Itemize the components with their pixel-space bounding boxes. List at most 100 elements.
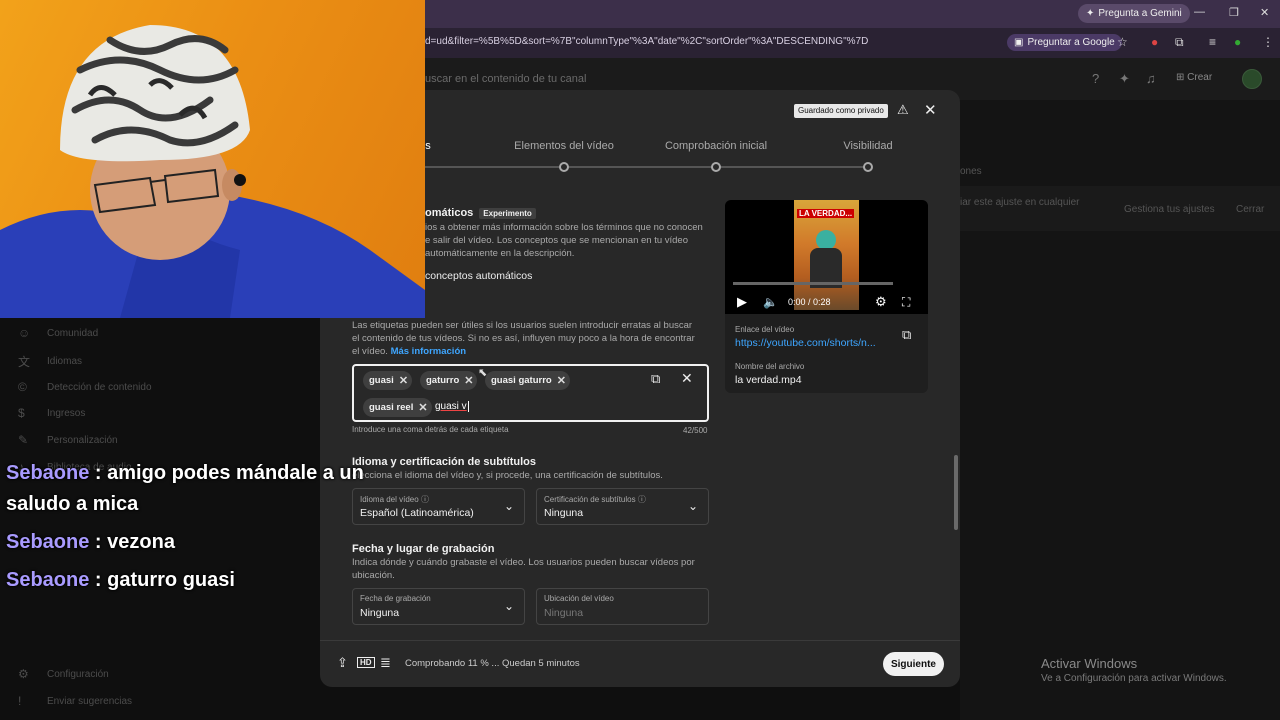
video-player[interactable]: LA VERDAD... ▶ 🔈 0:00 / 0:28 ⚙ ⛶ <box>725 200 928 314</box>
experiment-badge: Experimento <box>479 208 536 219</box>
language-section-title: Idioma y certificación de subtítulos <box>352 456 536 468</box>
upload-status: Comprobando 11 % ... Quedan 5 minutos <box>405 658 580 669</box>
clear-tags-icon[interactable]: ✕ <box>681 370 693 387</box>
lens-icon: ▣ <box>1014 37 1024 48</box>
address-bar-url[interactable]: d=ud&filter=%5B%5D&sort=%7B"columnType"%… <box>425 36 868 47</box>
tag-chip: guasi gaturro ✕ <box>485 371 570 390</box>
sidebar-item-community[interactable]: ☺ Comunidad <box>18 326 98 340</box>
sparkle-icon[interactable]: ✦ <box>1119 71 1130 87</box>
close-notice-button[interactable]: Cerrar <box>1236 204 1264 215</box>
puzzle-icon[interactable]: ⧉ <box>1175 35 1184 50</box>
thumbnail-person <box>816 230 836 250</box>
bell-icon[interactable]: ♫ <box>1146 71 1156 86</box>
next-button[interactable]: Siguiente <box>883 652 944 676</box>
help-icon[interactable]: ? <box>1092 71 1099 86</box>
help-circle-icon[interactable]: ⓘ <box>421 495 429 504</box>
media-icon[interactable]: ≡ <box>1209 35 1216 49</box>
star-icon[interactable]: ☆ <box>1117 35 1128 49</box>
sidebar-item-settings[interactable]: ⚙ Configuración <box>18 667 109 681</box>
remove-tag-icon[interactable]: ✕ <box>557 374 566 387</box>
sidebar-item-content-detection[interactable]: © Detección de contenido <box>18 380 152 394</box>
chat-message: Sebaone : gaturro guasi <box>6 569 235 591</box>
chat-message: Sebaone : vezona <box>6 531 175 553</box>
sidebar-item-languages[interactable]: 文 Idiomas <box>18 353 82 370</box>
tag-chip: gaturro ✕ <box>420 371 478 390</box>
tags-hint: Introduce una coma detrás de cada etique… <box>352 425 509 434</box>
fullscreen-icon[interactable]: ⛶ <box>902 295 910 310</box>
sidebar-item-earn[interactable]: $ Ingresos <box>18 406 85 420</box>
wand-icon: ✎ <box>18 433 29 447</box>
tag-text-input[interactable]: guasi v <box>435 401 469 412</box>
dollar-icon: $ <box>18 406 25 420</box>
extension-icon[interactable]: ● <box>1151 35 1158 49</box>
people-icon: ☺ <box>18 326 31 340</box>
saved-as-private-chip: Guardado como privado <box>794 104 888 118</box>
recording-date-select[interactable]: Fecha de grabación Ninguna ⌄ <box>352 588 525 625</box>
studio-search-input[interactable]: uscar en el contenido de tu canal <box>425 73 586 85</box>
volume-icon[interactable]: 🔈 <box>763 295 778 309</box>
gemini-button[interactable]: ✦ Pregunta a Gemini <box>1078 4 1190 23</box>
copy-link-icon[interactable]: ⧉ <box>902 327 911 343</box>
chat-username: Sebaone <box>6 531 90 553</box>
hd-icon[interactable]: HD <box>357 657 375 668</box>
step-video-elements-dot[interactable] <box>559 162 569 172</box>
video-preview-card: LA VERDAD... ▶ 🔈 0:00 / 0:28 ⚙ ⛶ Enlace … <box>725 200 928 393</box>
translate-icon: 文 <box>18 355 31 369</box>
remove-tag-icon[interactable]: ✕ <box>399 374 408 387</box>
help-circle-icon[interactable]: ⓘ <box>638 495 646 504</box>
recording-section-desc: Indica dónde y cuándo grabaste el vídeo.… <box>352 557 695 581</box>
sidebar-item-customization[interactable]: ✎ Personalización <box>18 433 118 447</box>
chat-message-continuation: saludo a mica <box>6 493 139 515</box>
auto-concepts-checkbox-label[interactable]: conceptos automáticos <box>425 270 532 282</box>
chat-username: Sebaone <box>6 569 90 591</box>
filename-value: la verdad.mp4 <box>735 374 802 386</box>
more-info-link[interactable]: Más información <box>391 346 467 357</box>
video-link-label: Enlace del vídeo <box>735 325 795 334</box>
remove-tag-icon[interactable]: ✕ <box>418 401 427 414</box>
play-icon[interactable]: ▶ <box>737 294 747 310</box>
auto-concepts-title: omáticos Experimento <box>425 207 536 219</box>
caption-cert-select[interactable]: Certificación de subtítulos ⓘ Ninguna ⌄ <box>536 488 709 525</box>
tags-count: 42/500 <box>683 426 708 435</box>
report-icon[interactable]: ⚠ <box>897 102 909 118</box>
step-visibility-dot[interactable] <box>863 162 873 172</box>
avatar[interactable] <box>1242 69 1262 89</box>
step-checks-dot[interactable] <box>711 162 721 172</box>
dialog-footer-divider <box>320 640 960 641</box>
video-progress-bar[interactable] <box>733 282 893 285</box>
gear-icon[interactable]: ⚙ <box>875 294 887 310</box>
activate-windows-watermark: Activar Windows Ve a Configuración para … <box>1041 656 1227 684</box>
profile-icon[interactable]: ● <box>1234 35 1241 49</box>
menu-icon[interactable]: ⋮ <box>1262 35 1274 49</box>
chat-message: Sebaone : amigo podes mándale a un <box>6 462 364 484</box>
dialog-scrollbar[interactable] <box>954 455 958 530</box>
manage-settings-link[interactable]: Gestiona tus ajustes <box>1124 204 1215 215</box>
tag-chip: guasi reel ✕ <box>363 398 432 417</box>
chat-username: Sebaone <box>6 462 90 484</box>
copy-tags-icon[interactable]: ⧉ <box>651 371 660 387</box>
video-link[interactable]: https://youtube.com/shorts/n... <box>735 337 876 349</box>
sidebar-item-feedback[interactable]: ! Enviar sugerencias <box>18 694 132 708</box>
background-notice-text: iar este ajuste en cualquier <box>960 197 1080 208</box>
video-controls: ▶ 🔈 0:00 / 0:28 ⚙ ⛶ <box>725 292 928 312</box>
restore-icon[interactable]: ❐ <box>1229 6 1239 19</box>
language-section-desc: elecciona el idioma del vídeo y, si proc… <box>352 470 663 481</box>
background-tabs: ones <box>960 166 982 177</box>
checks-icon[interactable]: ≣ <box>380 655 391 671</box>
video-location-input[interactable]: Ubicación del vídeo Ninguna <box>536 588 709 625</box>
upload-icon[interactable]: ⇪ <box>337 655 348 671</box>
create-button[interactable]: ⊞ Crear <box>1176 72 1212 83</box>
gear-icon: ⚙ <box>18 667 29 681</box>
remove-tag-icon[interactable]: ✕ <box>464 374 473 387</box>
close-dialog-icon[interactable]: ✕ <box>924 101 937 119</box>
close-window-icon[interactable]: ✕ <box>1260 6 1269 19</box>
step-video-elements-label[interactable]: Elementos del vídeo <box>514 140 614 152</box>
step-visibility-label[interactable]: Visibilidad <box>843 140 892 152</box>
filename-label: Nombre del archivo <box>735 362 805 371</box>
ask-google-button[interactable]: ▣ Preguntar a Google <box>1007 34 1122 51</box>
text-caret <box>467 401 469 412</box>
minimize-icon[interactable]: — <box>1194 6 1205 18</box>
step-checks-label[interactable]: Comprobación inicial <box>665 140 767 152</box>
video-language-select[interactable]: Idioma del vídeo ⓘ Español (Latinoaméric… <box>352 488 525 525</box>
tags-input-box[interactable]: guasi ✕ gaturro ✕ guasi gaturro ✕ guasi ree… <box>352 364 709 422</box>
